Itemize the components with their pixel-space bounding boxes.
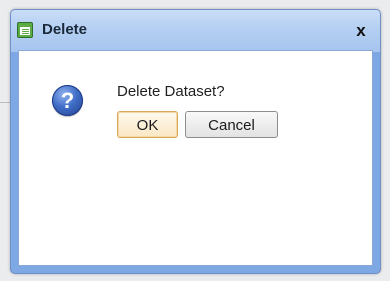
cancel-button[interactable]: Cancel — [185, 111, 278, 138]
close-icon[interactable]: x — [350, 20, 372, 42]
dialog-title: Delete — [42, 21, 88, 38]
ok-button[interactable]: OK — [117, 111, 178, 138]
background-divider — [0, 102, 10, 103]
dialog-content: ? Delete Dataset? OK Cancel — [18, 50, 373, 266]
dialog-titlebar[interactable]: Delete x — [11, 10, 380, 52]
dialog-message: Delete Dataset? — [117, 83, 225, 100]
delete-dialog: Delete x ? Delete Dataset? OK Cancel — [10, 9, 381, 274]
question-icon: ? — [52, 85, 83, 116]
dataset-form-icon — [17, 22, 33, 38]
screen-background: Delete x ? Delete Dataset? OK Cancel — [0, 0, 390, 281]
